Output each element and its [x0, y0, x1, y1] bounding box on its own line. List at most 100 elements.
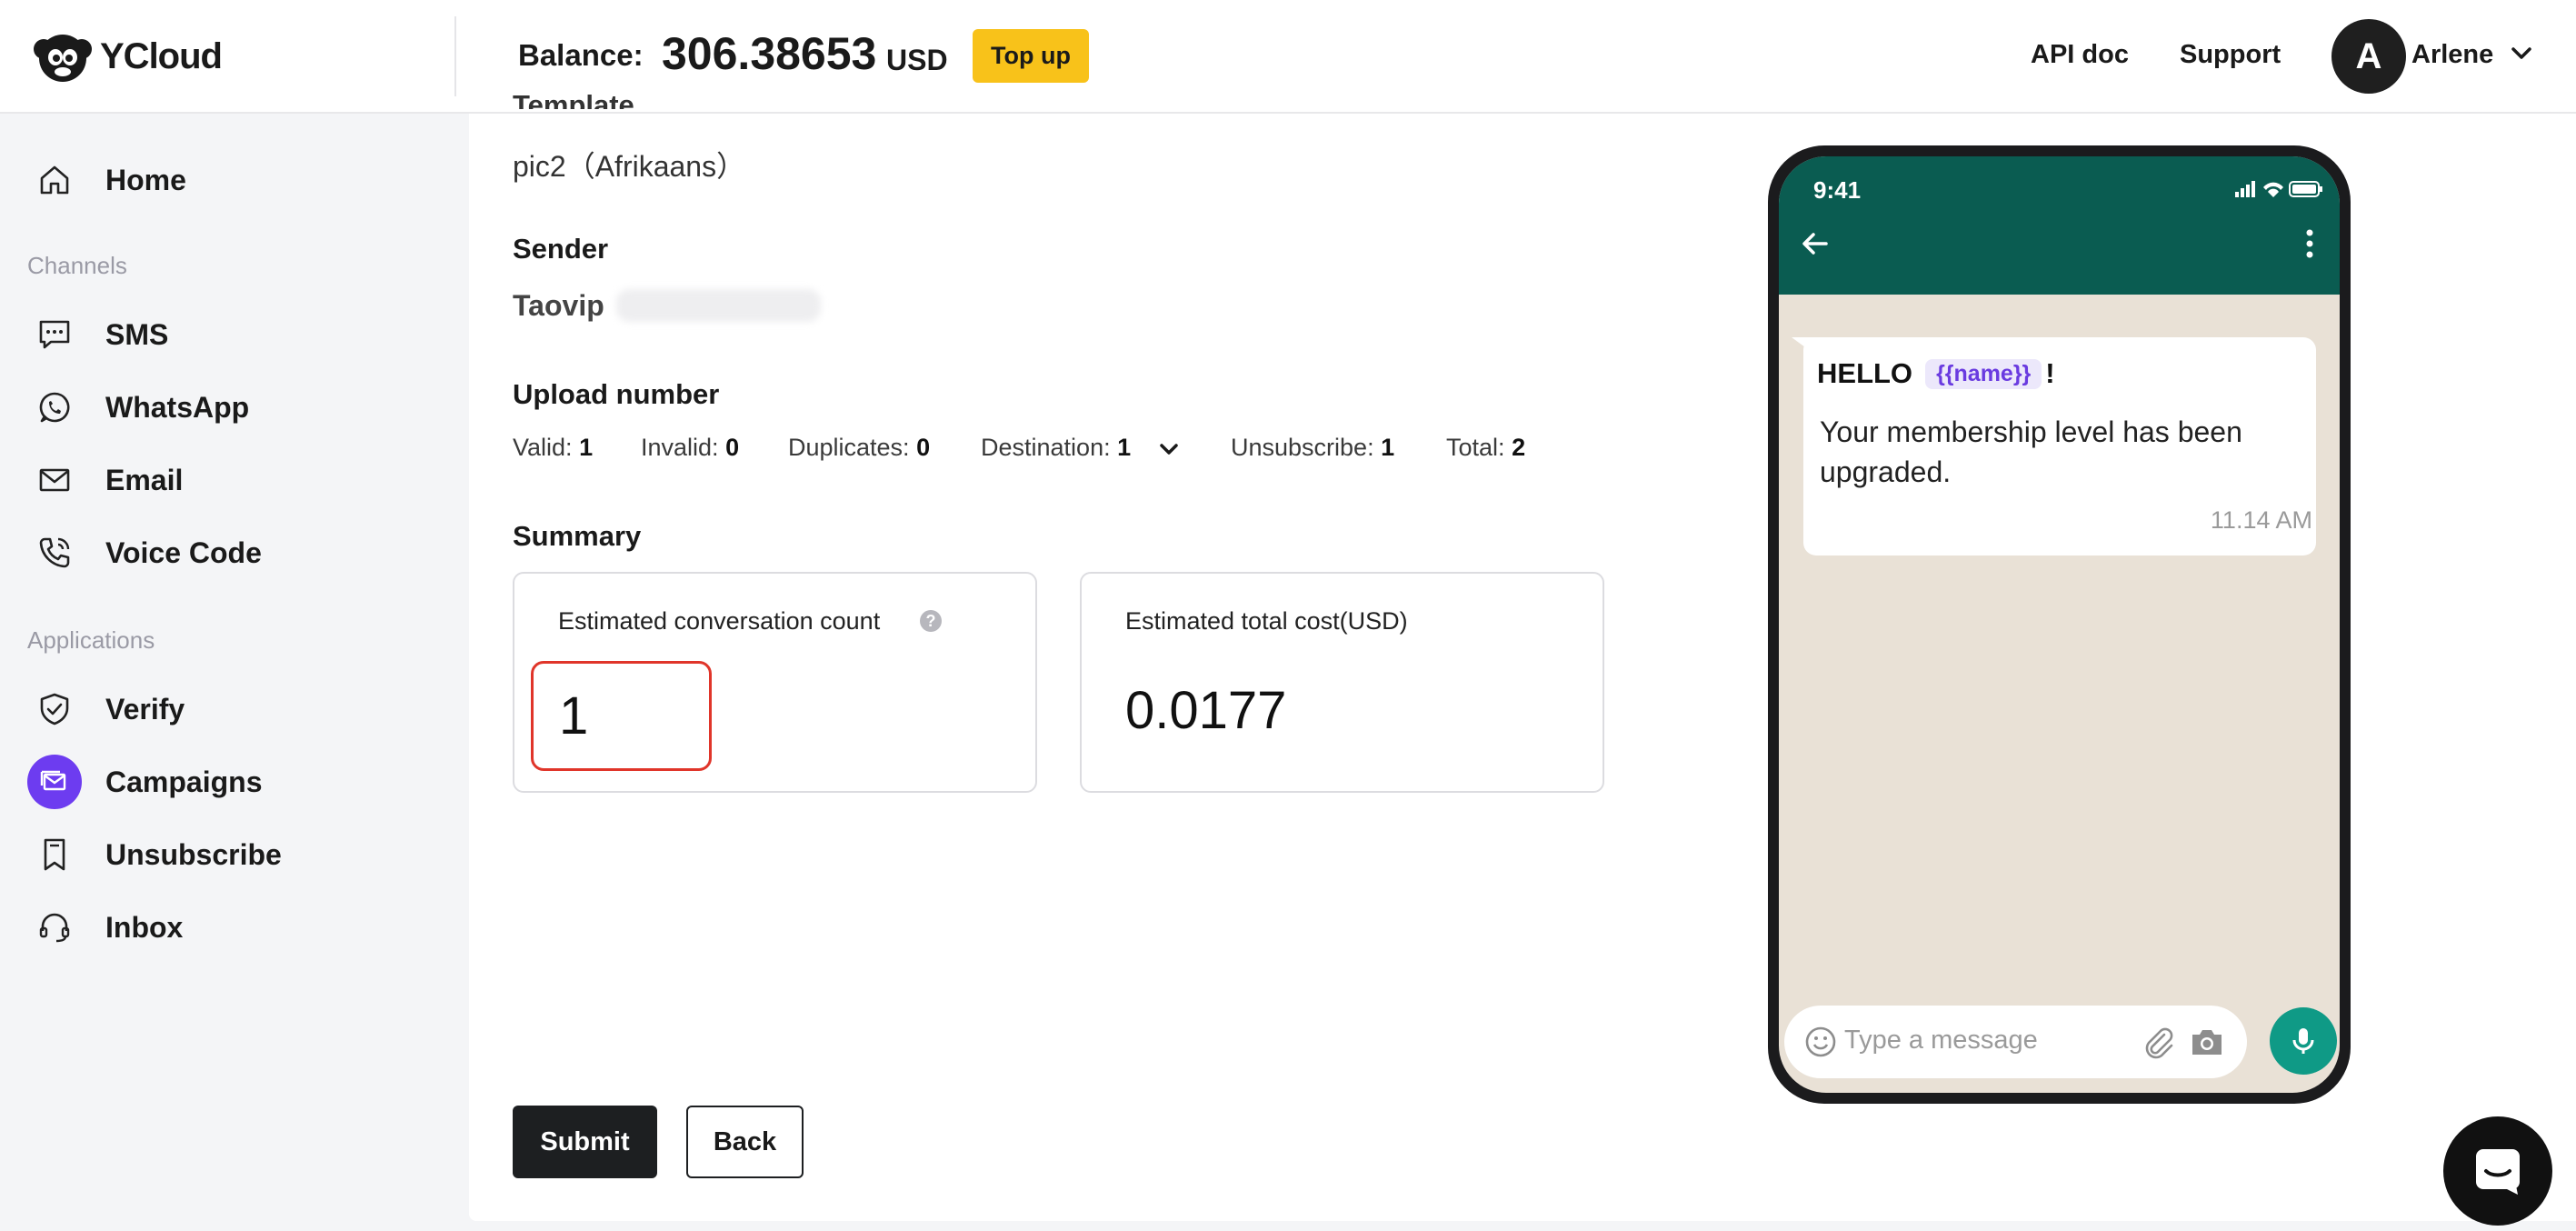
message-body: Your membership level has been upgraded.	[1820, 415, 2242, 488]
channels-heading: Channels	[27, 252, 127, 279]
whatsapp-preview-phone: 9:41 HELLO {{name}} ! Your membership le…	[1768, 145, 2351, 1104]
chat-icon	[2476, 1149, 2520, 1195]
sender-value: Taovip	[513, 289, 604, 322]
sidebar-item-label: Verify	[105, 692, 185, 726]
message-exclamation: !	[2045, 357, 2055, 389]
stat-total-label: Total:	[1446, 434, 1505, 461]
stat-destination-label: Destination:	[981, 434, 1111, 461]
stat-invalid-value: 0	[725, 434, 740, 461]
sidebar-item-label: WhatsApp	[105, 390, 250, 424]
status-time: 9:41	[1813, 176, 1862, 204]
stat-unsubscribe: Unsubscribe: 1	[1231, 434, 1394, 462]
microphone-icon	[2292, 1028, 2314, 1054]
help-icon[interactable]: ?	[920, 610, 942, 632]
more-vertical-icon[interactable]	[2304, 227, 2315, 260]
stat-unsubscribe-value: 1	[1381, 434, 1395, 461]
ycloud-logo[interactable]: YCloud	[31, 27, 223, 85]
sidebar-item-home[interactable]: Home	[27, 148, 186, 212]
stat-invalid-label: Invalid:	[641, 434, 719, 461]
message-bubble: HELLO {{name}} ! Your membership level h…	[1803, 337, 2316, 555]
submit-button[interactable]: Submit	[513, 1106, 657, 1178]
chevron-down-icon[interactable]	[2509, 43, 2534, 65]
total-cost-label: Estimated total cost(USD)	[1125, 607, 1408, 635]
sender-title: Sender	[513, 233, 609, 265]
template-title: Template	[513, 89, 634, 109]
whatsapp-icon	[27, 380, 82, 435]
emoji-icon[interactable]	[1804, 1026, 1837, 1058]
stat-destination[interactable]: Destination: 1	[981, 434, 1131, 462]
api-doc-link[interactable]: API doc	[2031, 40, 2129, 70]
sender-number-redacted	[616, 289, 821, 322]
sidebar-item-verify[interactable]: Verify	[27, 677, 185, 741]
sidebar-item-inbox[interactable]: Inbox	[27, 896, 183, 959]
chevron-down-icon[interactable]	[1156, 439, 1182, 461]
sidebar-item-voice-code[interactable]: Voice Code	[27, 521, 262, 585]
summary-title: Summary	[513, 520, 642, 552]
top-header: YCloud Balance: 306.38653 USD Top up API…	[0, 0, 2576, 114]
phone-call-icon	[27, 525, 82, 580]
phone-screen: 9:41 HELLO {{name}} ! Your membership le…	[1779, 156, 2340, 1093]
stat-valid-label: Valid:	[513, 434, 573, 461]
applications-heading: Applications	[27, 626, 155, 654]
microphone-button[interactable]	[2270, 1007, 2337, 1075]
upload-number-title: Upload number	[513, 378, 720, 410]
message-input[interactable]: Type a message	[1844, 1026, 2038, 1056]
bookmark-icon	[27, 827, 82, 882]
avatar[interactable]: A	[2331, 19, 2406, 94]
stat-duplicates-value: 0	[916, 434, 931, 461]
back-button[interactable]: Back	[686, 1106, 804, 1178]
variable-chip: {{name}}	[1925, 358, 2042, 389]
template-value: pic2（Afrikaans）	[513, 150, 746, 183]
balance-currency: USD	[886, 44, 948, 76]
stat-valid: Valid: 1	[513, 434, 593, 462]
sidebar-item-label: Home	[105, 163, 186, 196]
sidebar-item-sms[interactable]: SMS	[27, 303, 168, 366]
stat-invalid: Invalid: 0	[641, 434, 739, 462]
sidebar-item-label: SMS	[105, 317, 169, 351]
stat-destination-value: 1	[1117, 434, 1132, 461]
email-icon	[27, 453, 82, 507]
sidebar-item-email[interactable]: Email	[27, 448, 183, 512]
message-greeting: HELLO	[1817, 357, 1913, 389]
sidebar-item-label: Inbox	[105, 910, 184, 944]
balance-label: Balance:	[518, 38, 644, 72]
stat-valid-value: 1	[579, 434, 594, 461]
signal-wifi-battery-icon	[2235, 181, 2322, 197]
campaign-mail-icon	[27, 755, 82, 809]
arrow-left-icon[interactable]	[1797, 225, 1833, 262]
sidebar-item-label: Campaigns	[105, 765, 263, 798]
top-up-button[interactable]: Top up	[973, 29, 1089, 83]
conversation-count-label: Estimated conversation count	[558, 607, 881, 635]
message-time: 11.14 AM	[2210, 506, 2312, 534]
shield-check-icon	[27, 682, 82, 736]
sidebar-item-campaigns[interactable]: Campaigns	[27, 750, 262, 814]
home-icon	[27, 153, 82, 207]
logo-text: YCloud	[100, 35, 223, 76]
monkey-logo-icon	[34, 35, 92, 82]
header-divider	[454, 16, 456, 96]
conversation-count-card: Estimated conversation count ? 1	[513, 572, 1037, 793]
user-name[interactable]: Arlene	[2411, 40, 2493, 70]
chat-header: 9:41	[1779, 156, 2340, 295]
message-header: HELLO {{name}} !	[1817, 357, 2055, 390]
paperclip-icon[interactable]	[2141, 1024, 2177, 1060]
sidebar: Home Channels SMS WhatsApp Email Voice C…	[0, 115, 468, 1231]
sidebar-item-label: Unsubscribe	[105, 837, 282, 871]
balance-amount: 306.38653	[662, 28, 877, 79]
sidebar-item-unsubscribe[interactable]: Unsubscribe	[27, 823, 282, 886]
total-cost-value: 0.0177	[1125, 681, 1287, 740]
stat-duplicates-label: Duplicates:	[788, 434, 910, 461]
camera-icon[interactable]	[2189, 1026, 2225, 1058]
sms-icon	[27, 307, 82, 362]
support-chat-button[interactable]	[2443, 1116, 2552, 1226]
stat-total: Total: 2	[1446, 434, 1525, 462]
headset-icon	[27, 900, 82, 955]
total-cost-card: Estimated total cost(USD) 0.0177	[1080, 572, 1604, 793]
stat-duplicates: Duplicates: 0	[788, 434, 930, 462]
sidebar-item-whatsapp[interactable]: WhatsApp	[27, 375, 249, 439]
stat-total-value: 2	[1512, 434, 1526, 461]
sidebar-item-label: Email	[105, 463, 184, 496]
support-link[interactable]: Support	[2180, 40, 2281, 70]
stat-unsubscribe-label: Unsubscribe:	[1231, 434, 1374, 461]
message-input-bar[interactable]: Type a message	[1784, 1006, 2247, 1078]
